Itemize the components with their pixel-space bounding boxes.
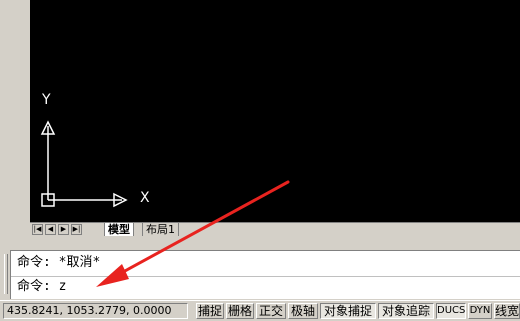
status-bar: 435.8241, 1053.2779, 0.0000 捕捉 栅格 正交 极轴 … bbox=[0, 300, 520, 321]
polar-button[interactable]: 极轴 bbox=[288, 303, 318, 319]
coordinate-readout: 435.8241, 1053.2779, 0.0000 bbox=[3, 303, 188, 319]
ducs-button[interactable]: DUCS bbox=[436, 303, 466, 319]
grid-button[interactable]: 栅格 bbox=[226, 303, 254, 319]
lineweight-button[interactable]: 线宽 bbox=[494, 303, 520, 319]
snap-button[interactable]: 捕捉 bbox=[196, 303, 224, 319]
ortho-button[interactable]: 正交 bbox=[256, 303, 286, 319]
object-snap-button[interactable]: 对象捕捉 bbox=[320, 303, 376, 319]
red-annotation-arrow bbox=[96, 180, 290, 287]
dyn-button[interactable]: DYN bbox=[468, 303, 492, 319]
object-track-button[interactable]: 对象追踪 bbox=[378, 303, 434, 319]
